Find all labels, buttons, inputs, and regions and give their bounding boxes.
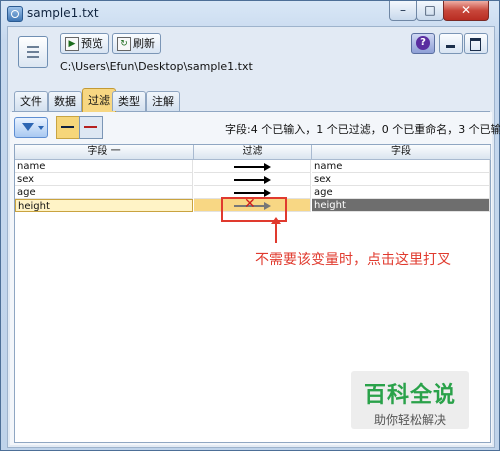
filter-dropdown-button[interactable] [14, 117, 48, 138]
pass-arrow-icon [234, 189, 271, 197]
minimize-button[interactable]: – [389, 1, 417, 21]
title-bar[interactable]: sample1.txt – □ ✕ [1, 1, 499, 25]
pass-arrow-icon [234, 176, 271, 184]
field-summary: 字段:4 个已输入，1 个已过滤，0 个已重命名，3 个已输出 [225, 123, 500, 136]
refresh-button[interactable]: ↻ 刷新 [112, 33, 161, 54]
expand-dialog-button[interactable] [464, 33, 488, 54]
output-field-name[interactable]: sex [312, 173, 490, 186]
watermark-main-text: 百科全说 [363, 383, 456, 408]
input-field-name[interactable]: sex [15, 173, 193, 186]
tab-data[interactable]: 数据 [48, 91, 82, 111]
input-field-name[interactable]: height [15, 199, 193, 212]
tab-filter[interactable]: 过滤 [82, 88, 116, 112]
table-row: sex sex [15, 173, 490, 186]
annotation-text: 不需要该变量时，点击这里打叉 [255, 252, 451, 268]
watermark-sub-text: 助你轻松解决 [373, 413, 446, 427]
output-field-name[interactable]: age [312, 186, 490, 199]
table-row: name name [15, 160, 490, 173]
window-title: sample1.txt [27, 6, 99, 20]
column-header-output-field[interactable]: 字段 [312, 145, 491, 160]
tab-bar: 文件 数据 过滤 类型 注解 [12, 88, 490, 112]
dialog-window: sample1.txt – □ ✕ ▶ 预览 ↻ 刷新 ? C:\Users\E… [0, 0, 500, 451]
maximize-button[interactable]: □ [416, 1, 444, 21]
filter-toggle[interactable] [194, 160, 311, 173]
source-node-icon [18, 36, 48, 68]
column-header-filter[interactable]: 过滤 [194, 145, 312, 160]
pass-all-icon[interactable] [56, 116, 80, 139]
tab-annotation[interactable]: 注解 [146, 91, 180, 111]
preview-button[interactable]: ▶ 预览 [60, 33, 109, 54]
watermark-logo: 百科全说 助你轻松解决 [351, 371, 469, 429]
collapse-dialog-button[interactable] [439, 33, 463, 54]
app-icon [7, 6, 23, 22]
column-header-input-field[interactable]: 字段 一 [15, 145, 194, 160]
file-path: C:\Users\Efun\Desktop\sample1.txt [60, 60, 253, 73]
output-field-name[interactable]: height [312, 199, 490, 212]
pass-arrow-icon [234, 163, 271, 171]
filter-toggle[interactable] [194, 173, 311, 186]
refresh-label: 刷新 [133, 37, 155, 50]
play-icon: ▶ [65, 37, 79, 51]
annotation-arrow-icon [271, 217, 281, 243]
input-field-name[interactable]: age [15, 186, 193, 199]
output-field-name[interactable]: name [312, 160, 490, 173]
refresh-icon: ↻ [117, 37, 131, 51]
filter-all-icon[interactable] [79, 116, 103, 139]
tab-type[interactable]: 类型 [112, 91, 146, 111]
input-field-name[interactable]: name [15, 160, 193, 173]
preview-label: 预览 [81, 37, 103, 50]
help-icon: ? [416, 36, 430, 50]
tab-file[interactable]: 文件 [14, 91, 48, 111]
help-button[interactable]: ? [411, 33, 435, 54]
close-button[interactable]: ✕ [443, 1, 489, 21]
